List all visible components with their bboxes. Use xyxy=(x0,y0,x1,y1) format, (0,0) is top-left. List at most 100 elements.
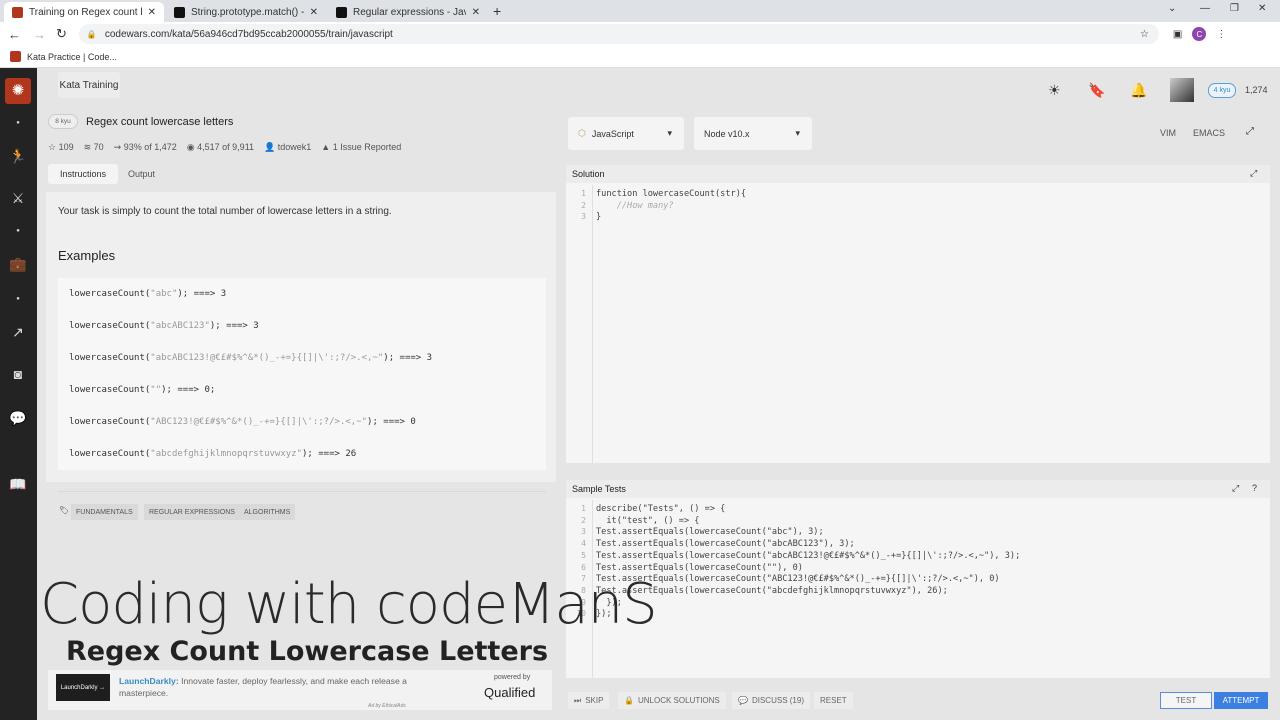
kumite-icon[interactable]: ⚔ xyxy=(8,190,28,207)
stars-stat[interactable]: ☆ 109 xyxy=(48,142,74,153)
training-icon[interactable]: 🏃 xyxy=(8,148,28,165)
issues-link[interactable]: ▲ 1 Issue Reported xyxy=(321,142,401,153)
close-window-icon[interactable]: ✕ xyxy=(1258,3,1266,14)
bookmark-star-icon[interactable]: ☆ xyxy=(1140,29,1149,40)
runtime-select[interactable]: Node v10.x ▾ xyxy=(694,117,812,150)
new-tab-icon[interactable]: + xyxy=(493,3,501,19)
code-line: } xyxy=(596,212,602,223)
bookmark-item[interactable]: Kata Practice | Code... xyxy=(27,52,117,62)
ad-credit: Ad by EthicalAds xyxy=(368,703,406,709)
tag-regular-expressions[interactable]: REGULAR EXPRESSIONS xyxy=(144,504,240,520)
qualified-logo: Qualified xyxy=(484,685,536,700)
tag-fundamentals[interactable]: FUNDAMENTALS xyxy=(71,504,138,520)
line-number: 2 xyxy=(581,200,586,210)
sidebar-icon[interactable]: ▣ xyxy=(1173,29,1182,40)
code-line: Test.assertEquals(lowercaseCount(""), 0) xyxy=(596,562,803,573)
reset-button[interactable]: RESET xyxy=(814,692,853,709)
line-number: 3 xyxy=(581,212,586,222)
chat-icon: 💬 xyxy=(738,696,748,705)
language-select[interactable]: ⬡ JavaScript ▾ xyxy=(568,117,684,150)
divider xyxy=(58,491,546,492)
unlock-solutions-button[interactable]: 🔒 UNLOCK SOLUTIONS xyxy=(618,692,726,709)
breadcrumb: Kata Training xyxy=(58,72,120,98)
line-number: 4 xyxy=(581,539,586,549)
vim-mode-button[interactable]: VIM xyxy=(1160,128,1176,138)
satisfaction-stat: ⇝ 93% of 1,472 xyxy=(113,142,177,152)
line-number: 1 xyxy=(581,504,586,513)
description: Your task is simply to count the total n… xyxy=(58,206,392,217)
mdn-favicon xyxy=(174,6,185,18)
codewars-favicon xyxy=(10,51,21,62)
tab-output[interactable]: Output xyxy=(128,169,155,179)
menu-icon[interactable]: ⋮ xyxy=(1216,29,1226,40)
kata-stats: ☆ 109 ≋ 70 ⇝ 93% of 1,472 ◉ 4,517 of 9,9… xyxy=(48,142,401,153)
example-line: lowercaseCount("abc"); ===> 3 xyxy=(69,289,227,299)
author-link[interactable]: 👤 tdowek1 xyxy=(264,142,311,153)
kata-title: Regex count lowercase letters xyxy=(86,116,234,128)
bookmarks-bar: Kata Practice | Code... xyxy=(0,46,1280,68)
bookmarks-icon[interactable]: 🔖 xyxy=(1088,82,1105,99)
leaderboard-icon[interactable]: ↗ xyxy=(8,324,28,341)
chevron-down-icon: ▾ xyxy=(667,128,672,138)
close-tab-icon[interactable]: ✕ xyxy=(472,7,480,18)
line-number: 1 xyxy=(581,189,586,198)
browser-tab[interactable]: String.prototype.match() - JavaSc✕ xyxy=(166,2,326,22)
profile-avatar[interactable]: C xyxy=(1192,27,1207,41)
reload-icon[interactable]: ↻ xyxy=(56,26,67,42)
fullscreen-icon[interactable]: ⤢ xyxy=(1246,126,1254,137)
close-tab-icon[interactable]: ✕ xyxy=(148,7,156,18)
solution-editor[interactable] xyxy=(592,185,1268,461)
attempt-button[interactable]: ATTEMPT xyxy=(1214,692,1268,709)
discuss-button[interactable]: 💬 DISCUSS (19) xyxy=(732,692,810,709)
tab-search-icon[interactable]: ⌄ xyxy=(1168,3,1176,14)
forum-icon[interactable]: 💬 xyxy=(8,410,28,427)
user-avatar[interactable] xyxy=(1170,78,1194,102)
docs-icon[interactable]: 📖 xyxy=(8,476,28,493)
code-line: Test.assertEquals(lowercaseCount("abcABC… xyxy=(596,539,855,550)
collections-stat: ≋ 70 xyxy=(83,142,104,152)
browser-tab[interactable]: Regular expressions - JavaScript |✕ xyxy=(328,2,488,22)
dot-icon: ● xyxy=(16,120,20,126)
notifications-bell-icon[interactable]: 🔔 xyxy=(1130,82,1147,99)
briefcase-icon[interactable]: 💼 xyxy=(8,256,28,273)
expand-icon[interactable]: ⤢ xyxy=(1250,168,1257,179)
powered-by: powered by xyxy=(494,674,531,681)
back-icon[interactable]: ← xyxy=(8,27,21,42)
javascript-icon: ⬡ xyxy=(578,128,586,138)
codewars-logo[interactable]: ✺ xyxy=(5,78,31,104)
skip-icon: ⏭ xyxy=(574,695,582,705)
sidebar: ✺ ● 🏃 ⚔ ● 💼 ● ↗ ◙ 💬 📖 xyxy=(0,68,37,720)
restore-icon[interactable]: ❐ xyxy=(1230,3,1239,14)
lock-icon: 🔒 xyxy=(86,29,97,39)
dot-icon: ● xyxy=(16,228,20,234)
solution-label: Solution xyxy=(572,169,605,179)
url-field[interactable]: 🔒 codewars.com/kata/56a946cd7bd95ccab2000… xyxy=(78,24,1159,44)
example-line: lowercaseCount("ABC123!@€£#$%^&*()_-+=}{… xyxy=(69,417,416,427)
theme-toggle-icon[interactable]: ☀ xyxy=(1048,82,1061,99)
help-icon[interactable]: ? xyxy=(1252,483,1257,493)
code-line: it("test", () => { xyxy=(596,515,700,526)
code-line: Test.assertEquals(lowercaseCount("abc"),… xyxy=(596,527,824,538)
skip-button[interactable]: ⏭ SKIP xyxy=(568,692,610,709)
code-line: //How many? xyxy=(596,200,674,211)
browser-tab[interactable]: Training on Regex count lowercase✕ xyxy=(4,2,164,22)
chevron-down-icon: ▾ xyxy=(795,128,800,138)
tag-algorithms[interactable]: ALGORITHMS xyxy=(239,504,296,520)
address-bar-row: ← → ↻ 🔒 codewars.com/kata/56a946cd7bd95cc… xyxy=(0,22,1280,46)
sample-tests-label: Sample Tests xyxy=(572,484,626,494)
expand-icon[interactable]: ⤢ xyxy=(1232,483,1239,494)
honor-count: 1,274 xyxy=(1245,85,1268,95)
mdn-favicon xyxy=(336,6,347,18)
emacs-mode-button[interactable]: EMACS xyxy=(1193,128,1225,138)
codewars-favicon xyxy=(12,6,23,18)
close-tab-icon[interactable]: ✕ xyxy=(310,7,318,18)
code-line: describe("Tests", () => { xyxy=(596,504,726,514)
rank-badge: 4 kyu xyxy=(1208,83,1236,98)
forward-icon[interactable]: → xyxy=(33,27,46,42)
test-button[interactable]: TEST xyxy=(1160,692,1212,709)
tab-instructions[interactable]: Instructions xyxy=(48,164,118,184)
minimize-icon[interactable]: — xyxy=(1200,3,1210,14)
code-line: Test.assertEquals(lowercaseCount("abcABC… xyxy=(596,550,1021,561)
discord-icon[interactable]: ◙ xyxy=(8,366,28,382)
ad-banner[interactable]: LaunchDarkly → LaunchDarkly: Innovate fa… xyxy=(48,670,552,710)
